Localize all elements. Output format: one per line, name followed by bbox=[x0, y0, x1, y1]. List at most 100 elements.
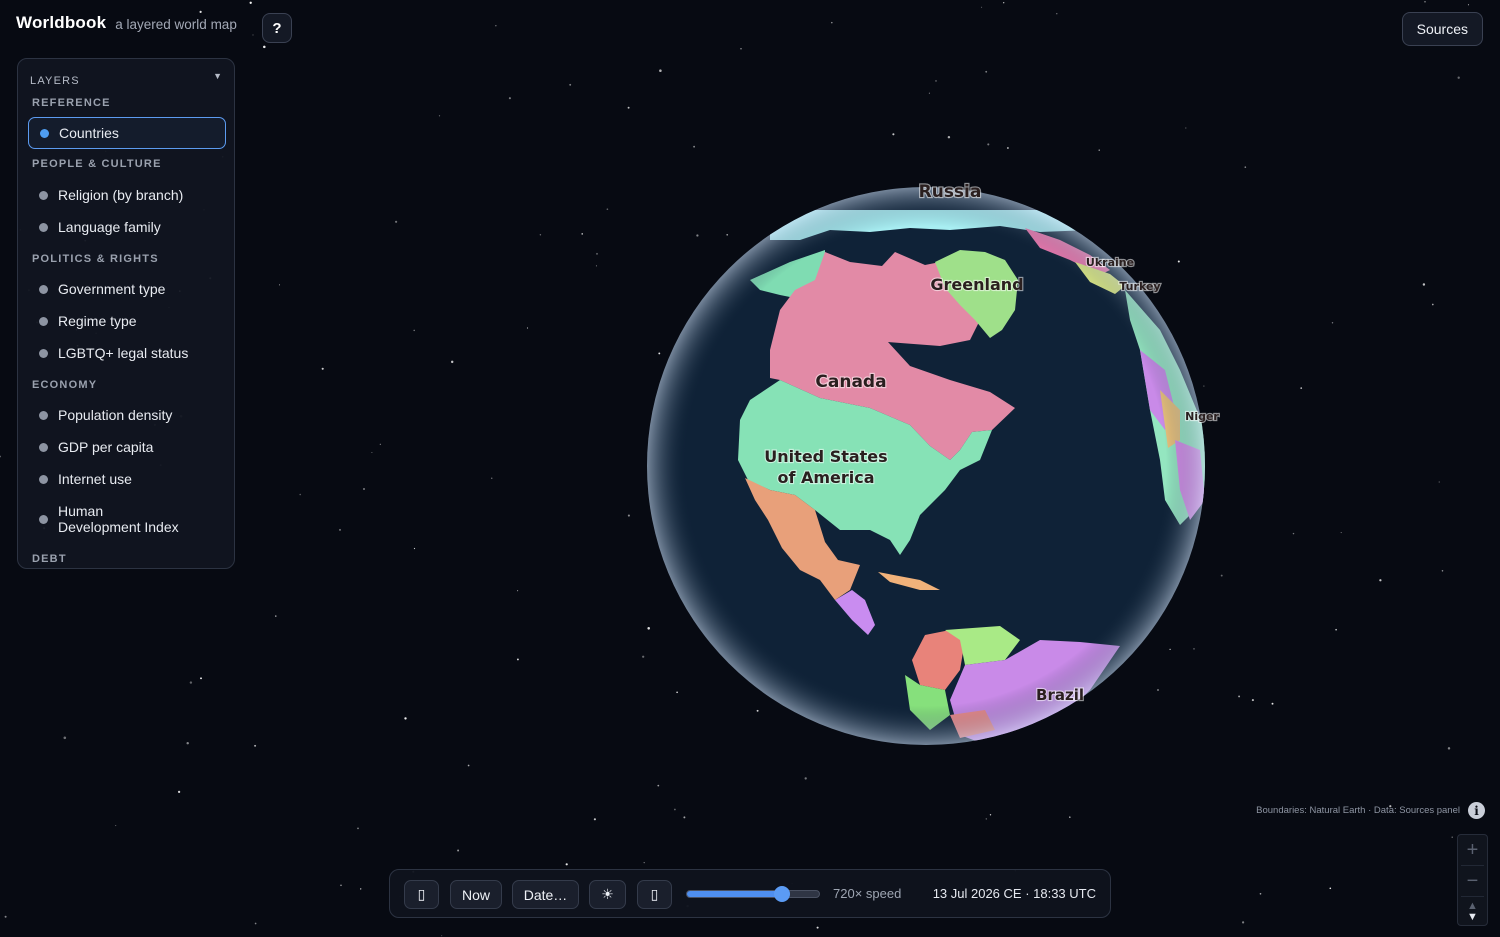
help-button[interactable]: ? bbox=[262, 13, 292, 43]
star bbox=[989, 814, 992, 816]
star bbox=[340, 884, 342, 887]
star bbox=[1241, 921, 1245, 924]
star bbox=[189, 681, 193, 684]
layers-panel-header[interactable]: LAYERS ▼ bbox=[30, 71, 222, 87]
star bbox=[516, 658, 519, 661]
layer-item-language-family[interactable]: Language family bbox=[28, 219, 226, 235]
star bbox=[1438, 481, 1440, 483]
section-title-people-culture: PEOPLE & CULTURE bbox=[32, 158, 162, 170]
star bbox=[249, 1, 252, 4]
speed-slider-thumb[interactable] bbox=[774, 886, 791, 902]
star bbox=[831, 21, 833, 24]
section-title-economy: ECONOMY bbox=[32, 379, 98, 391]
star bbox=[252, 34, 254, 36]
sun-icon[interactable]: ☀ bbox=[589, 880, 626, 909]
star bbox=[357, 827, 359, 830]
label-canada: Canada bbox=[815, 372, 886, 392]
star bbox=[569, 83, 572, 86]
layer-item-government-type[interactable]: Government type bbox=[28, 281, 226, 297]
globe-atmosphere bbox=[647, 187, 1205, 745]
star bbox=[1098, 149, 1100, 151]
speed-label: 720× speed bbox=[833, 886, 902, 901]
app-title: Worldbook bbox=[16, 13, 107, 32]
sources-button[interactable]: Sources bbox=[1401, 12, 1483, 46]
star bbox=[1259, 892, 1262, 895]
star bbox=[981, 6, 983, 8]
speed-slider[interactable] bbox=[686, 886, 820, 902]
star bbox=[627, 106, 630, 109]
star bbox=[595, 265, 597, 267]
star bbox=[177, 790, 181, 794]
compass-icon[interactable]: ▲ ▼ bbox=[1458, 897, 1487, 927]
layer-label: Population density bbox=[58, 407, 173, 423]
star bbox=[1379, 579, 1382, 582]
star bbox=[539, 234, 542, 236]
star bbox=[985, 818, 987, 820]
layer-item-internet-use[interactable]: Internet use bbox=[28, 471, 226, 487]
star bbox=[1244, 166, 1247, 168]
star bbox=[4, 915, 7, 918]
label-usa-line2: of America bbox=[777, 468, 874, 487]
star bbox=[683, 816, 686, 819]
star bbox=[457, 849, 460, 852]
globe-map[interactable]: Russia Greenland Ukraine Turkey Canada N… bbox=[620, 170, 1220, 770]
time-controls: ▯ Now Date… ☀ ▯ 720× speed 13 Jul 2026 C… bbox=[389, 869, 1111, 918]
star bbox=[404, 717, 407, 720]
date-button[interactable]: Date… bbox=[512, 880, 579, 909]
star bbox=[596, 252, 598, 255]
now-button[interactable]: Now bbox=[450, 880, 502, 909]
star bbox=[935, 80, 937, 82]
star bbox=[1467, 4, 1470, 6]
star bbox=[1335, 628, 1337, 631]
layer-item-religion[interactable]: Religion (by branch) bbox=[28, 187, 226, 203]
layer-dot-icon bbox=[39, 316, 48, 326]
star bbox=[606, 208, 609, 211]
star bbox=[674, 808, 676, 811]
star bbox=[517, 590, 519, 592]
star bbox=[565, 863, 568, 866]
play-pause-button[interactable]: ▯ bbox=[404, 880, 439, 909]
plus-icon[interactable]: + bbox=[1458, 835, 1487, 865]
minus-icon[interactable]: − bbox=[1458, 866, 1487, 896]
star bbox=[339, 528, 341, 531]
star bbox=[450, 360, 454, 364]
layer-item-hdi[interactable]: Human Development Index bbox=[28, 503, 188, 535]
layers-title: LAYERS bbox=[30, 75, 80, 87]
layer-dot-icon bbox=[39, 348, 48, 358]
star bbox=[1238, 695, 1241, 698]
layer-label: Government type bbox=[58, 281, 166, 297]
info-icon[interactable]: i bbox=[1468, 802, 1485, 819]
layer-dot-icon bbox=[39, 222, 48, 232]
layer-item-population-density[interactable]: Population density bbox=[28, 407, 226, 423]
star bbox=[371, 451, 373, 454]
star bbox=[63, 736, 67, 740]
star bbox=[200, 677, 202, 680]
star bbox=[1457, 76, 1460, 79]
star bbox=[275, 615, 277, 617]
star bbox=[441, 935, 443, 937]
layer-item-gdp-per-capita[interactable]: GDP per capita bbox=[28, 439, 226, 455]
star bbox=[1422, 283, 1426, 286]
star bbox=[1441, 570, 1444, 572]
star bbox=[395, 220, 398, 223]
label-usa-line1: United States bbox=[764, 447, 887, 466]
star bbox=[299, 493, 301, 496]
star bbox=[816, 926, 819, 929]
layer-label: Language family bbox=[58, 219, 161, 235]
star bbox=[657, 784, 660, 787]
star bbox=[987, 143, 990, 146]
layer-label: Religion (by branch) bbox=[58, 187, 184, 203]
star bbox=[379, 443, 381, 445]
star bbox=[254, 744, 257, 747]
layer-label: Internet use bbox=[58, 471, 132, 487]
star bbox=[495, 25, 497, 27]
label-brazil: Brazil bbox=[1036, 686, 1084, 704]
layer-dot-icon bbox=[39, 474, 48, 484]
chevron-down-icon[interactable]: ▼ bbox=[213, 71, 222, 81]
layer-item-countries[interactable]: Countries bbox=[28, 117, 226, 149]
star bbox=[1329, 887, 1332, 890]
toggle-box-button[interactable]: ▯ bbox=[637, 880, 672, 909]
layer-item-regime-type[interactable]: Regime type bbox=[28, 313, 226, 329]
layer-item-lgbtq-status[interactable]: LGBTQ+ legal status bbox=[28, 345, 226, 361]
star bbox=[1251, 699, 1254, 702]
